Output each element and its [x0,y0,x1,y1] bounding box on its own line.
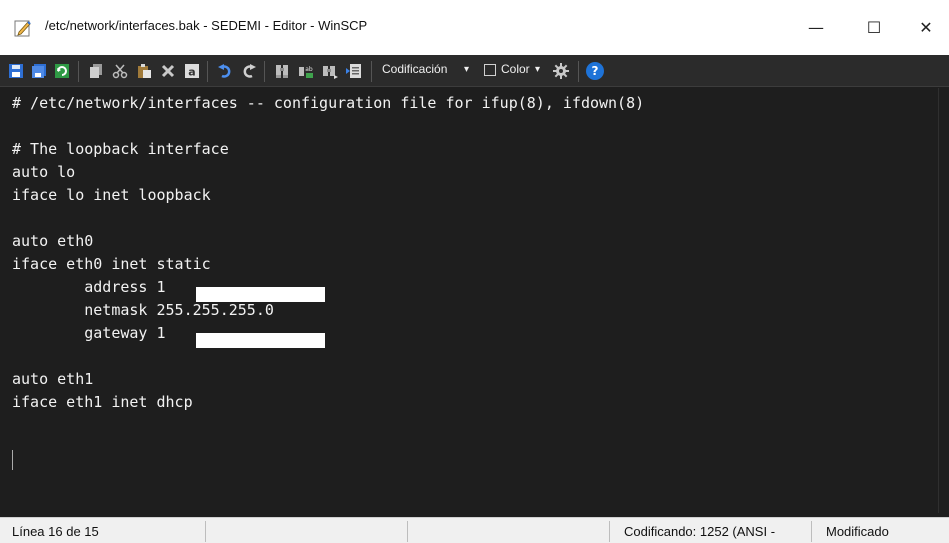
cursor-position-status: Línea 16 de 15 [0,521,206,542]
toolbar-separator [207,61,208,82]
encoding-status: Codificando: 1252 (ANSI - [612,521,812,542]
reload-button[interactable] [52,61,72,81]
code-line: auto eth0 [12,232,94,250]
cut-icon [112,64,128,79]
save-button[interactable] [6,61,26,81]
cut-button[interactable] [110,61,130,81]
chevron-down-icon: ▾ [464,64,470,75]
close-button[interactable]: ✕ [903,0,949,55]
toolbar-separator [78,61,79,82]
toolbar-separator [578,61,579,82]
save-icon [9,64,23,78]
code-line: gateway 1 [12,324,166,342]
save-close-button[interactable] [29,61,49,81]
copy-icon [90,64,102,78]
delete-button[interactable] [158,61,178,81]
find-next-icon [323,66,338,79]
select-all-button[interactable]: a [182,61,202,81]
maximize-icon: ☐ [866,18,882,37]
editor-toolbar: a ab Codificación ▾ Color ▾ ? [0,55,949,87]
minimize-button[interactable]: — [793,0,839,55]
settings-button[interactable] [551,61,571,81]
code-line: iface lo inet loopback [12,186,211,204]
code-line: # The loopback interface [12,140,229,158]
maximize-button[interactable]: ☐ [851,0,897,55]
color-checkbox[interactable] [484,64,496,76]
select-all-icon: a [185,64,199,79]
paste-button[interactable] [134,61,154,81]
encoding-dropdown[interactable]: Codificación ▾ [378,55,478,87]
code-line: auto lo [12,163,76,181]
paste-icon [138,64,151,78]
reload-icon [55,64,69,78]
replace-icon: ab [299,66,313,78]
code-line: iface eth0 inet static [12,255,211,273]
title-bar: /etc/network/interfaces.bak - SEDEMI - E… [0,0,949,55]
code-line: # /etc/network/interfaces -- configurati… [12,94,645,112]
code-line: auto eth1 [12,370,94,388]
settings-gear-icon [553,63,569,79]
winscp-editor-window: /etc/network/interfaces.bak - SEDEMI - E… [0,0,949,543]
toolbar-separator [371,61,372,82]
delete-icon [161,64,175,78]
undo-button[interactable] [215,61,235,81]
undo-icon [218,64,231,78]
status-cell-empty [410,521,610,542]
close-icon: ✕ [919,18,933,37]
code-line: iface eth1 inet dhcp [12,393,193,411]
goto-line-icon [346,64,361,78]
goto-line-button[interactable] [344,61,364,81]
svg-text:a: a [188,66,195,79]
redo-button[interactable] [239,61,259,81]
text-editor-area[interactable]: # /etc/network/interfaces -- configurati… [0,88,949,513]
vertical-scrollbar[interactable] [938,88,949,513]
editor-app-icon [14,19,32,37]
help-button[interactable]: ? [585,61,605,81]
color-label: Color [501,62,530,76]
minimize-icon: — [808,18,824,37]
replace-button[interactable]: ab [296,61,316,81]
find-button[interactable] [272,61,292,81]
redo-icon [243,64,256,78]
status-cell-empty [208,521,408,542]
find-icon [276,65,288,78]
redacted-address-block [196,287,325,302]
color-dropdown[interactable]: Color ▾ [499,55,549,87]
text-caret [12,450,13,470]
copy-button[interactable] [86,61,106,81]
save-close-icon [32,64,46,78]
find-next-button[interactable] [320,61,340,81]
code-line: netmask 255.255.255.0 [12,301,274,319]
status-bar: Línea 16 de 15 Codificando: 1252 (ANSI -… [0,517,949,543]
svg-text:ab: ab [305,66,313,73]
help-icon: ? [586,62,604,80]
modified-status: Modificado [826,524,889,539]
chevron-down-icon: ▾ [535,64,541,75]
window-title: /etc/network/interfaces.bak - SEDEMI - E… [45,18,368,33]
toolbar-separator [264,61,265,82]
encoding-label: Codificación [382,62,448,76]
code-line: address 1 [12,278,166,296]
redacted-gateway-block [196,333,325,348]
